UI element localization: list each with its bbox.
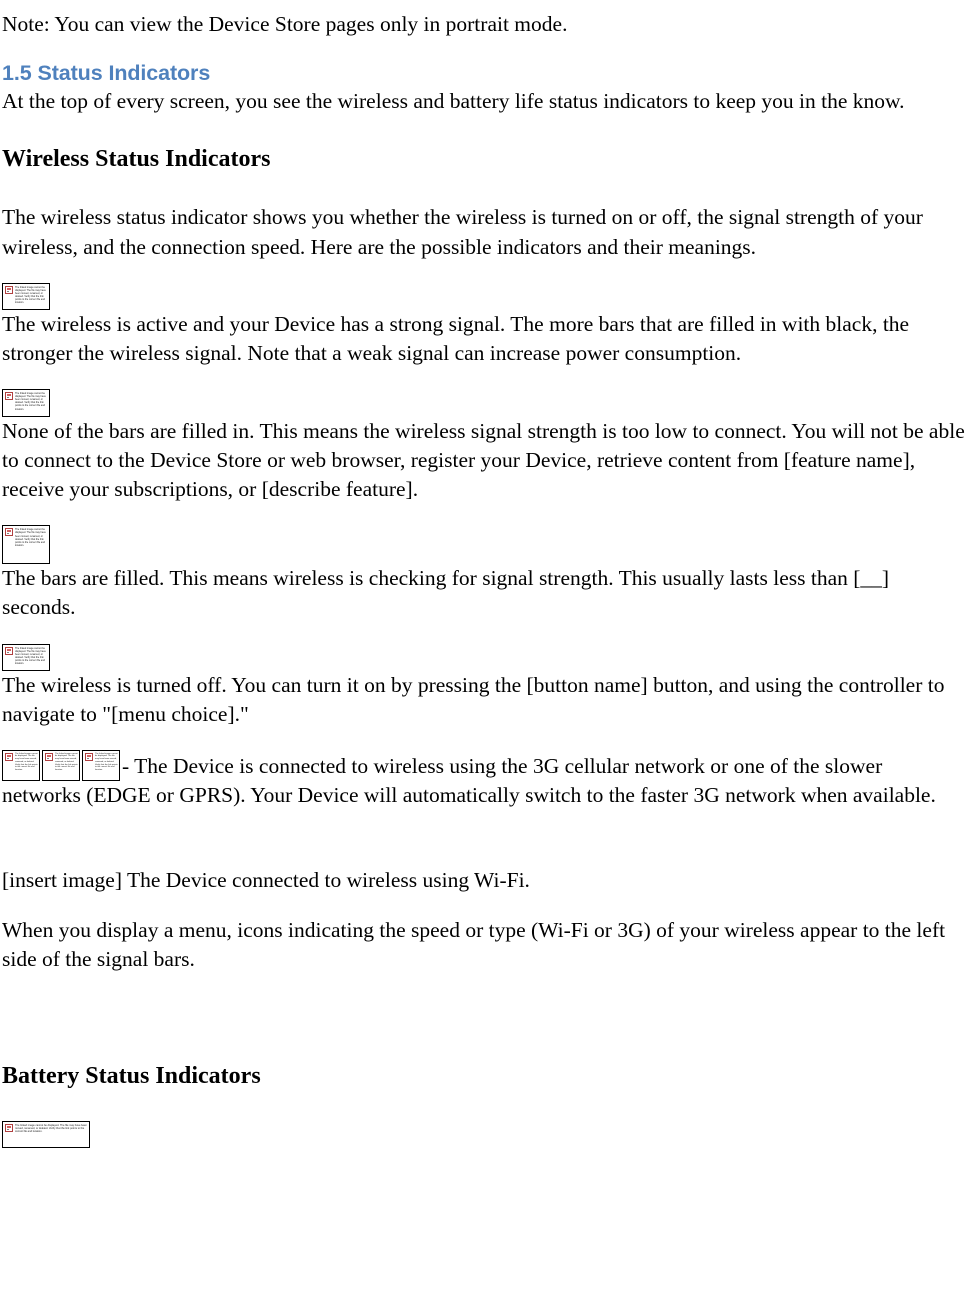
broken-image-alt-text: The linked image cannot be displayed. Th… (95, 752, 118, 772)
broken-image-wireless-off: The linked image cannot be displayed. Th… (2, 643, 50, 671)
broken-image-3g-3: The linked image cannot be displayed. Th… (82, 749, 120, 781)
broken-image-inner: The linked image cannot be displayed. Th… (5, 391, 48, 415)
battery-image-row: The linked image cannot be displayed. Th… (2, 1120, 966, 1148)
broken-image-inner: The linked image cannot be displayed. Th… (5, 646, 48, 669)
spacer-before-cellular-images (2, 729, 966, 750)
broken-image-alt-text: The linked image cannot be displayed. Th… (15, 528, 46, 547)
broken-image-alt-text: The linked image cannot be displayed. Th… (15, 391, 46, 411)
broken-image-inner: The linked image cannot be displayed. Th… (5, 752, 38, 779)
broken-image-3g-1: The linked image cannot be displayed. Th… (2, 749, 40, 781)
broken-image-alt-text: The linked image cannot be displayed. Th… (15, 1123, 87, 1134)
broken-image-icon (45, 752, 53, 761)
section-heading-status-indicators: 1.5 Status Indicators (2, 61, 211, 86)
broken-image-icon (5, 285, 13, 294)
spacer-before-strong-signal-image (2, 262, 966, 283)
broken-image-icon (5, 646, 13, 655)
menu-icons-description: When you display a menu, icons indicatin… (2, 918, 946, 972)
strong-signal-image-row: The linked image cannot be displayed. Th… (2, 282, 966, 310)
spacer-before-wireless-off-image (2, 623, 966, 644)
wireless-off-image-row: The linked image cannot be displayed. Th… (2, 643, 966, 671)
broken-image-icon (5, 528, 13, 537)
top-spacer (2, 0, 966, 10)
no-signal-image-row: The linked image cannot be displayed. Th… (2, 388, 966, 417)
section-intro-paragraph: At the top of every screen, you see the … (2, 89, 905, 113)
spacer-before-battery-heading (2, 974, 966, 1062)
wireless-status-indicators-heading: Wireless Status Indicators (2, 146, 271, 173)
document-page: Note: You can view the Device Store page… (0, 0, 970, 1148)
broken-image-inner: The linked image cannot be displayed. Th… (5, 528, 48, 562)
spacer-before-menu-icons-paragraph (2, 895, 966, 916)
strong-signal-description: The wireless is active and your Device h… (2, 311, 910, 365)
broken-image-checking-signal: The linked image cannot be displayed. Th… (2, 525, 50, 565)
broken-image-icon (5, 752, 13, 761)
no-signal-description: None of the bars are filled in. This mea… (2, 418, 965, 502)
broken-image-battery: The linked image cannot be displayed. Th… (2, 1120, 90, 1148)
broken-image-icon (85, 752, 93, 761)
wifi-description: [insert image] The Device connected to w… (2, 867, 530, 892)
checking-signal-image-row: The linked image cannot be displayed. Th… (2, 525, 966, 565)
wireless-intro-paragraph: The wireless status indicator shows you … (2, 205, 923, 259)
note-paragraph: Note: You can view the Device Store page… (2, 12, 568, 36)
broken-image-inner: The linked image cannot be displayed. Th… (45, 752, 78, 779)
broken-image-inner: The linked image cannot be displayed. Th… (5, 1123, 88, 1146)
broken-image-inner: The linked image cannot be displayed. Th… (5, 285, 48, 308)
broken-image-3g-2: The linked image cannot be displayed. Th… (42, 749, 80, 781)
broken-image-no-signal: The linked image cannot be displayed. Th… (2, 388, 50, 417)
spacer-before-checking-image (2, 504, 966, 525)
spacer-before-wifi-paragraph (2, 810, 966, 866)
spacer-after-note (2, 39, 966, 60)
wireless-off-description: The wireless is turned off. You can turn… (2, 672, 945, 726)
broken-image-alt-text: The linked image cannot be displayed. Th… (15, 646, 46, 666)
spacer-after-wireless-heading (2, 174, 966, 203)
broken-image-icon (5, 1123, 13, 1132)
broken-image-alt-text: The linked image cannot be displayed. Th… (55, 752, 78, 772)
broken-image-strong-signal: The linked image cannot be displayed. Th… (2, 282, 50, 310)
broken-image-alt-text: The linked image cannot be displayed. Th… (15, 752, 38, 772)
checking-signal-description: The bars are filled. This means wireless… (2, 566, 890, 620)
broken-image-alt-text: The linked image cannot be displayed. Th… (15, 285, 46, 305)
spacer-before-wireless-heading (2, 116, 966, 145)
battery-status-indicators-heading: Battery Status Indicators (2, 1063, 261, 1090)
cellular-description: - The Device is connected to wireless us… (2, 753, 936, 807)
broken-image-inner: The linked image cannot be displayed. Th… (85, 752, 118, 779)
spacer-before-battery-image (2, 1092, 966, 1121)
cellular-paragraph: The linked image cannot be displayed. Th… (2, 749, 966, 810)
broken-image-icon (5, 391, 13, 400)
spacer-before-no-signal-image (2, 368, 966, 389)
